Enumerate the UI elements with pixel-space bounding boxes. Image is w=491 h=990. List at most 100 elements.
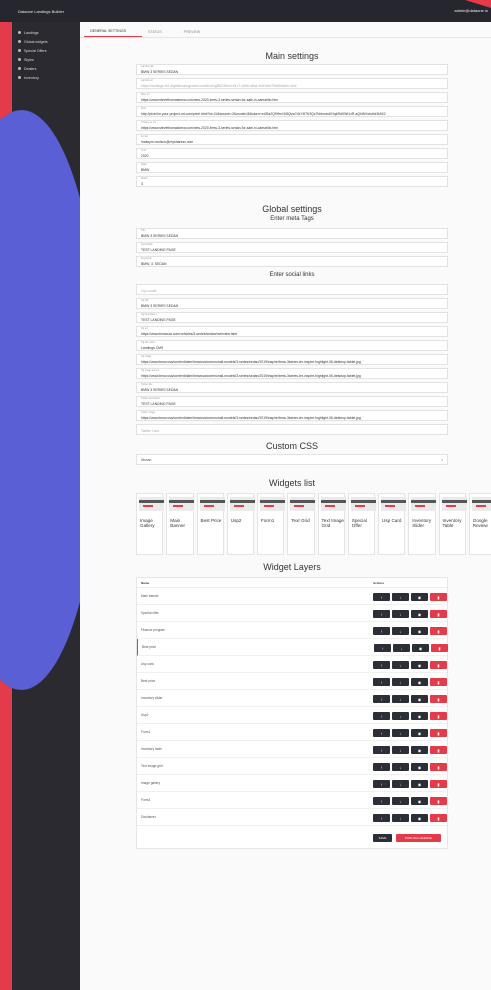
move-up-button[interactable]: ↑: [373, 729, 390, 737]
text-field[interactable]: Og image secure https://www.bmw.usa/conte…: [136, 368, 448, 379]
toggle-visibility-button[interactable]: ◉: [411, 746, 428, 754]
text-field[interactable]: Make BMW: [136, 162, 448, 173]
text-field[interactable]: Description TEST LANDING PAGE: [136, 242, 448, 253]
sidebar-item[interactable]: Landings: [12, 28, 80, 37]
delete-button[interactable]: ▮: [430, 763, 447, 771]
widget-card[interactable]: Usp Card: [378, 493, 406, 555]
text-field[interactable]: Og url https://www.bmwusa.com/vehicles/3-…: [136, 326, 448, 337]
table-row[interactable]: Usp2 ↑ ↓ ◉ ▮: [137, 707, 447, 724]
widget-card[interactable]: Main Banner: [166, 493, 195, 555]
table-row[interactable]: Inventory slider ↑ ↓ ◉ ▮: [137, 690, 447, 707]
move-down-button[interactable]: ↓: [392, 678, 409, 686]
widget-card[interactable]: Image Gallery: [136, 493, 164, 555]
tab-item[interactable]: GENERAL SETTINGS: [84, 29, 143, 37]
table-row[interactable]: Best price ↑ ↓ ◉ ▮: [137, 673, 447, 690]
delete-button[interactable]: ▮: [430, 678, 447, 686]
move-up-button[interactable]: ↑: [373, 678, 390, 686]
text-field[interactable]: Twitter Card: [136, 424, 448, 435]
sidebar-item[interactable]: Styles: [12, 55, 80, 64]
text-field[interactable]: Og image https://www.bmw.usa/content/dam/…: [136, 354, 448, 365]
table-row[interactable]: Special offer ↑ ↓ ◉ ▮: [137, 605, 447, 622]
table-row[interactable]: Main banner ↑ ↓ ◉ ▮: [137, 588, 447, 605]
table-row[interactable]: Form3 ↑ ↓ ◉ ▮: [137, 792, 447, 809]
text-field[interactable]: Year 2020: [136, 148, 448, 159]
table-row[interactable]: Inventory table ↑ ↓ ◉ ▮: [137, 741, 447, 758]
text-field[interactable]: Twitter description TEST LANDING PAGE: [136, 396, 448, 407]
move-up-button[interactable]: ↑: [373, 712, 390, 720]
delete-button[interactable]: ▮: [430, 746, 447, 754]
table-row[interactable]: Disclaimer ↑ ↓ ◉ ▮: [137, 809, 447, 826]
toggle-visibility-button[interactable]: ◉: [411, 610, 428, 618]
move-up-button[interactable]: ↑: [373, 627, 390, 635]
publish-landing-button[interactable]: PUBLISH LANDING: [396, 834, 441, 842]
move-up-button[interactable]: ↑: [373, 593, 390, 601]
text-field[interactable]: Og title BMW 3 SERIES SEDAN: [136, 298, 448, 309]
move-up-button[interactable]: ↑: [373, 695, 390, 703]
sidebar-item[interactable]: Special Offers: [12, 46, 80, 55]
table-row[interactable]: Text image grid ↑ ↓ ◉ ▮: [137, 758, 447, 775]
delete-button[interactable]: ▮: [430, 780, 447, 788]
save-button[interactable]: SAVE: [373, 834, 392, 842]
text-field[interactable]: Landing title BMW 3 SERIES SEDAN: [136, 64, 448, 75]
widget-card[interactable]: Inventory Table: [438, 493, 467, 555]
delete-button[interactable]: ▮: [430, 712, 447, 720]
text-field[interactable]: Main url https://www.stevethomasbmw.com/n…: [136, 92, 448, 103]
user-email[interactable]: admin@dataone.io: [454, 8, 488, 13]
text-field[interactable]: Og site name Landings CMS: [136, 340, 448, 351]
text-field[interactable]: Og Locale: [136, 284, 448, 295]
text-field[interactable]: E-mail maksym.novikov@mysharesc.com: [136, 134, 448, 145]
table-row[interactable]: Best price ↑ ↓ ◉ ▮: [137, 639, 448, 656]
text-field[interactable]: Model 3: [136, 176, 448, 187]
move-up-button[interactable]: ↑: [373, 763, 390, 771]
text-field[interactable]: Pixel http://pixel.lm.your-project-url.co…: [136, 106, 448, 117]
text-field[interactable]: Og description TEST LANDING PAGE: [136, 312, 448, 323]
text-field[interactable]: Thank you url https://www.stevethomasbmw.…: [136, 120, 448, 131]
delete-button[interactable]: ▮: [430, 814, 447, 822]
widget-card[interactable]: Inventory Slider: [408, 493, 437, 555]
toggle-visibility-button[interactable]: ◉: [411, 593, 428, 601]
move-down-button[interactable]: ↓: [392, 661, 409, 669]
delete-button[interactable]: ▮: [431, 644, 448, 652]
widget-card[interactable]: Text Grid: [287, 493, 316, 555]
delete-button[interactable]: ▮: [430, 797, 447, 805]
delete-button[interactable]: ▮: [430, 593, 447, 601]
text-field[interactable]: Keywords BMW, 3, SEDAN: [136, 256, 448, 267]
move-down-button[interactable]: ↓: [392, 695, 409, 703]
move-up-button[interactable]: ↑: [373, 610, 390, 618]
move-down-button[interactable]: ↓: [392, 763, 409, 771]
delete-button[interactable]: ▮: [430, 729, 447, 737]
move-down-button[interactable]: ↓: [392, 729, 409, 737]
move-down-button[interactable]: ↓: [392, 797, 409, 805]
move-up-button[interactable]: ↑: [373, 814, 390, 822]
table-row[interactable]: Usp card ↑ ↓ ◉ ▮: [137, 656, 447, 673]
move-down-button[interactable]: ↓: [392, 814, 409, 822]
widget-card[interactable]: Special Offer: [347, 493, 376, 555]
text-field[interactable]: Landing url https://landings.dt1.digitalf…: [136, 78, 448, 89]
text-field[interactable]: Twitter image https://www.bmw.usa/content…: [136, 410, 448, 421]
table-row[interactable]: Image gallery ↑ ↓ ◉ ▮: [137, 775, 447, 792]
sidebar-item[interactable]: Global widgets: [12, 37, 80, 46]
toggle-visibility-button[interactable]: ◉: [411, 797, 428, 805]
toggle-visibility-button[interactable]: ◉: [411, 763, 428, 771]
move-up-button[interactable]: ↑: [374, 644, 391, 652]
table-row[interactable]: Form1 ↑ ↓ ◉ ▮: [137, 724, 447, 741]
widget-card[interactable]: Usp2: [226, 493, 255, 555]
move-down-button[interactable]: ↓: [392, 746, 409, 754]
move-up-button[interactable]: ↑: [373, 797, 390, 805]
text-field[interactable]: Twitter title BMW 3 SERIES SEDAN: [136, 382, 448, 393]
toggle-visibility-button[interactable]: ◉: [411, 780, 428, 788]
widget-card[interactable]: Form1: [257, 493, 285, 555]
move-down-button[interactable]: ↓: [392, 593, 409, 601]
widget-card[interactable]: Best Price: [196, 493, 225, 555]
move-down-button[interactable]: ↓: [392, 780, 409, 788]
move-up-button[interactable]: ↑: [373, 746, 390, 754]
tab-item[interactable]: PREVIEW: [178, 30, 217, 37]
delete-button[interactable]: ▮: [430, 627, 447, 635]
tab-item[interactable]: STATUS: [142, 30, 178, 37]
delete-button[interactable]: ▮: [430, 661, 447, 669]
move-down-button[interactable]: ↓: [393, 644, 410, 652]
move-up-button[interactable]: ↑: [373, 780, 390, 788]
move-down-button[interactable]: ↓: [392, 627, 409, 635]
toggle-visibility-button[interactable]: ◉: [412, 644, 429, 652]
widget-card[interactable]: Text Image Grid: [317, 493, 346, 555]
